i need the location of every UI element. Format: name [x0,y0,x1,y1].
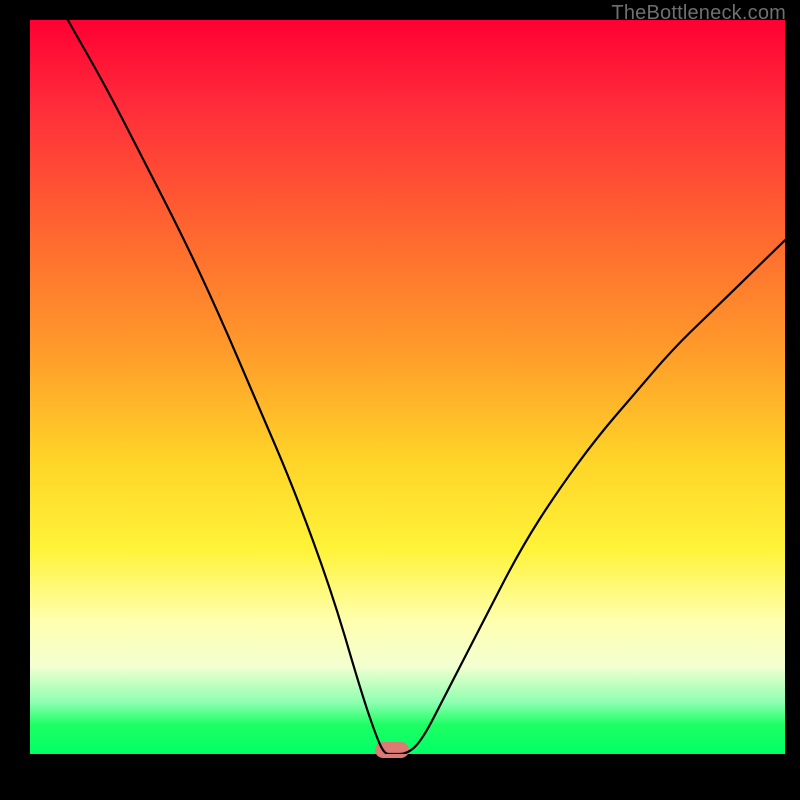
plot-area [30,20,785,754]
curve-path [68,20,785,754]
watermark-text: TheBottleneck.com [611,2,786,25]
chart-frame: TheBottleneck.com [0,0,800,800]
bottleneck-curve [30,20,785,754]
